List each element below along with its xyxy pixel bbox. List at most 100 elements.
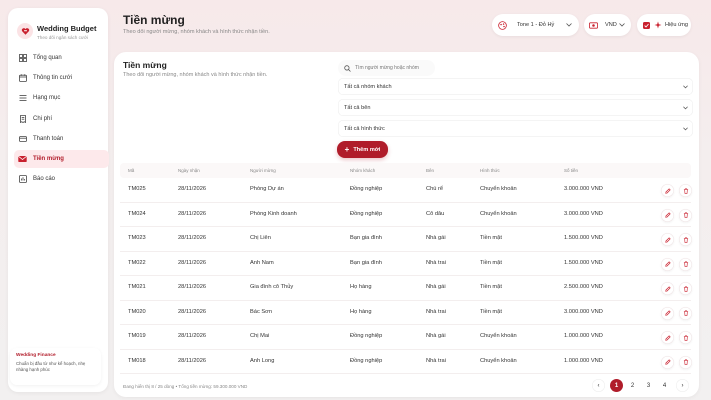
sidebar-item-payments[interactable]: Thanh toán <box>14 130 109 148</box>
sidebar-item-overview[interactable]: Tổng quan <box>14 49 109 67</box>
delete-button[interactable] <box>679 184 692 197</box>
pencil-icon <box>664 212 671 218</box>
edit-button[interactable] <box>661 282 674 295</box>
cell-code: TM024 <box>128 210 146 217</box>
trash-icon <box>683 359 688 365</box>
cell-date: 28/11/2026 <box>178 284 207 290</box>
cell-date: 28/11/2026 <box>178 333 207 339</box>
sidebar-item-wedding-info[interactable]: Thông tin cưới <box>14 69 109 87</box>
delete-button[interactable] <box>679 208 692 222</box>
add-button-label: Thêm mới <box>353 146 381 153</box>
chevron-down-icon <box>683 126 688 131</box>
cell-method: Chuyển khoản <box>480 210 517 217</box>
chevron-down-icon <box>683 84 688 89</box>
cell-method: Chuyển khoản <box>480 333 517 339</box>
edit-button[interactable] <box>661 355 674 369</box>
header-group: Nhóm khách <box>350 168 376 173</box>
pencil-icon <box>664 334 671 341</box>
sidebar-item-categories[interactable]: Hạng mục <box>14 89 109 107</box>
edit-button[interactable] <box>661 306 674 320</box>
cell-group: Họ hàng <box>350 284 372 290</box>
cell-group: Đồng nghiệp <box>350 357 383 364</box>
edit-button[interactable] <box>661 208 674 222</box>
delete-button[interactable] <box>679 233 692 246</box>
sidebar-item-expenses[interactable]: Chi phí <box>14 110 109 128</box>
cell-giver: Gia đình cô Thủy <box>250 284 294 290</box>
method-filter-select[interactable]: Tất cả hình thức <box>338 120 693 137</box>
gifts-card: Tiền mừng Theo dõi người mừng, nhóm khác… <box>114 52 699 397</box>
card-subtitle: Theo dõi người mừng, nhóm khách và hình … <box>123 72 268 78</box>
brand[interactable]: Wedding Budget Theo dõi ngân sách cưới <box>17 17 107 43</box>
delete-button[interactable] <box>679 331 692 344</box>
trash-icon <box>683 187 688 194</box>
cell-giver: Phòng Dự án <box>250 186 284 192</box>
sidebar-item-label: Chi phí <box>33 115 53 122</box>
trash-icon <box>683 334 688 341</box>
table-body: TM025 28/11/2026 Phòng Dự án Đồng nghiệp Chú… <box>120 178 692 374</box>
edit-button[interactable] <box>661 257 674 271</box>
gifts-table: Mã Ngày nhận Người mừng Nhóm khách Bên H… <box>120 163 692 374</box>
add-gift-button[interactable]: + Thêm mới <box>337 141 388 158</box>
sidebar-item-label: Tổng quan <box>33 55 62 61</box>
plus-icon: + <box>344 145 350 154</box>
cell-side: Nhà gái <box>426 235 446 241</box>
group-filter-select[interactable]: Tất cả nhóm khách <box>338 78 693 95</box>
table-row: TM021 28/11/2026 Gia đình cô Thủy Họ hàng Nh… <box>120 276 692 301</box>
delete-button[interactable] <box>679 282 692 295</box>
next-page-button[interactable]: › <box>676 379 689 392</box>
brand-title: Wedding Budget <box>37 24 97 33</box>
delete-button[interactable] <box>679 355 692 369</box>
cell-amount: 3.000.000 VND <box>564 308 603 315</box>
effects-label: Hiệu ứng <box>665 22 689 28</box>
cell-method: Tiền mặt <box>480 284 502 290</box>
edit-button[interactable] <box>661 233 674 246</box>
promo-card: Wedding Finance Chuẩn bị đầu từ như kế h… <box>10 348 101 385</box>
prev-page-button[interactable]: ‹ <box>592 379 605 392</box>
receipt-icon <box>18 114 27 123</box>
currency-select[interactable]: VND <box>584 14 631 36</box>
search-box[interactable] <box>338 60 435 76</box>
page-3-button[interactable]: 3 <box>642 379 655 392</box>
cell-side: Nhà trai <box>426 308 446 315</box>
cell-amount: 1.500.000 VND <box>564 235 603 241</box>
cell-giver: Anh Nam <box>250 259 274 266</box>
page-1-button[interactable]: 1 <box>610 379 623 392</box>
sidebar-item-gifts[interactable]: Tiền mừng <box>14 149 109 168</box>
trash-icon <box>683 285 688 292</box>
palette-icon <box>498 20 507 30</box>
sidebar-item-label: Tiền mừng <box>33 155 64 162</box>
delete-button[interactable] <box>679 306 692 320</box>
delete-button[interactable] <box>679 257 692 271</box>
trash-icon <box>683 310 688 316</box>
pencil-icon <box>664 261 671 267</box>
cell-method: Tiền mặt <box>480 259 502 266</box>
promo-text: Chuẩn bị đầu từ như kế hoạch, nhẹ nhàng … <box>16 361 86 372</box>
edit-button[interactable] <box>661 184 674 197</box>
cell-amount: 1.000.000 VND <box>564 357 603 364</box>
sidebar-item-label: Báo cáo <box>33 176 56 183</box>
checkbox-checked-icon[interactable] <box>643 21 650 29</box>
page-4-button[interactable]: 4 <box>658 379 671 392</box>
cell-method: Tiền mặt <box>480 235 502 241</box>
cell-method: Chuyển khoản <box>480 186 517 192</box>
cell-giver: Chị Mai <box>250 333 270 339</box>
sidebar-item-label: Hạng mục <box>33 95 61 102</box>
edit-button[interactable] <box>661 331 674 344</box>
cell-amount: 1.000.000 VND <box>564 333 603 339</box>
search-input[interactable] <box>355 65 435 71</box>
cell-side: Cô dâu <box>426 210 445 217</box>
effects-toggle[interactable]: Hiệu ứng <box>637 14 691 36</box>
sidebar: Wedding Budget Theo dõi ngân sách cưới T… <box>8 8 109 392</box>
cell-code: TM021 <box>128 284 146 290</box>
page-title: Tiền mừng <box>123 13 185 27</box>
table-row: TM025 28/11/2026 Phòng Dự án Đồng nghiệp Chú… <box>120 178 692 203</box>
cell-code: TM018 <box>128 357 146 364</box>
currency-label: VND <box>605 22 617 28</box>
sidebar-item-reports[interactable]: Báo cáo <box>14 170 109 188</box>
cell-method: Chuyển khoản <box>480 357 517 364</box>
chevron-down-icon <box>619 23 625 27</box>
page-2-button[interactable]: 2 <box>626 379 639 392</box>
table-row: TM018 28/11/2026 Anh Long Đồng nghiệp Nhà tr… <box>120 350 692 374</box>
tone-select[interactable]: Tone 1 - Đỏ Hỷ <box>492 14 579 36</box>
side-filter-select[interactable]: Tất cả bên <box>338 99 693 116</box>
